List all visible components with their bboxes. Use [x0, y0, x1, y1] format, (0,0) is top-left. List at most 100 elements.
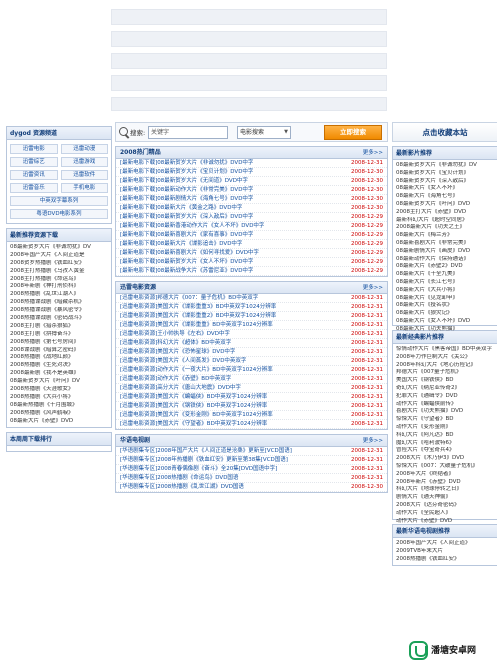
search-type-select[interactable]: 电影搜索	[237, 126, 291, 139]
classic-movie-item[interactable]: 2008年新片《赤壁》DVD	[396, 479, 494, 487]
classic-movie-item[interactable]: 惊悚大片《007：大破量子危机》	[396, 463, 494, 471]
category-link[interactable]: 迅雷软件	[60, 170, 108, 180]
more-link[interactable]: 更多>>	[363, 435, 383, 447]
row-title-link[interactable]: [华语剧集专区]2008热播剧《乱世江湖》DVD国语	[120, 483, 347, 491]
row-title-link[interactable]: [最新电影下载]08最新战争大片《苏雷尼亚》DVD中字	[120, 267, 347, 275]
search-input[interactable]: 关键字	[148, 126, 228, 139]
category-link[interactable]: 迅雷资讯	[10, 170, 58, 180]
row-title-link[interactable]: [最新电影下载]08最新贺岁大片《女人不坏》DVD中字	[120, 258, 347, 266]
row-title-link[interactable]: [最新电影下载]08最新动作大片《非常完美》DVD中字	[120, 186, 347, 194]
download-item[interactable]: 2008热播谍战剧《暗藏杀机》	[10, 299, 108, 307]
classic-movie-item[interactable]: 动作大片《变形金刚》	[396, 424, 494, 432]
classic-movie-item[interactable]: 剧情大片《通天神偷》	[396, 494, 494, 502]
download-item[interactable]: 2008热播剧《战地红颜》	[10, 354, 108, 362]
row-title-link[interactable]: [迅雷电影资源]动作大片《一夜大片》BD中英双字1024分辨率	[120, 366, 347, 374]
category-link[interactable]: 迅雷综艺	[10, 157, 58, 167]
bookmark-button[interactable]: 点击收藏本站	[392, 122, 497, 142]
row-title-link[interactable]: [迅雷电影资源]邦德大片《007：量子危机》BD中英双字	[120, 294, 347, 302]
search-button[interactable]: 立即搜索	[324, 125, 382, 140]
category-link[interactable]: 中英双字幕系列	[10, 196, 108, 206]
new-movie-item[interactable]: 08最新大片《梅兰芳》	[396, 232, 494, 240]
classic-movie-item[interactable]: 2008年科幻大片《地心历险记》	[396, 362, 494, 370]
category-link[interactable]: 迅雷电影	[10, 144, 58, 154]
category-link[interactable]: 粤语DVD电影系列	[10, 209, 108, 219]
download-item[interactable]: 2008热播剧《第七号房间》	[10, 339, 108, 347]
row-title-link[interactable]: [最新电影下载]08最新贺岁大片《深入敌后》DVD中字	[120, 213, 347, 221]
classic-movie-item[interactable]: 2008年大片《终结者》	[396, 471, 494, 479]
download-item[interactable]: 2008年国产大片《人间正道是	[10, 252, 108, 260]
row-title-link[interactable]: [迅雷电影资源]美国大片《变形金刚》BD中英双字1024分辨率	[120, 411, 347, 419]
new-movie-item[interactable]: 08最新大片《狼灾记》	[396, 310, 494, 318]
classic-movie-item[interactable]: 美国大片《钢铁侠》BD	[396, 377, 494, 385]
row-title-link[interactable]: [迅雷电影资源]美国大片《钢铁侠》BD中英双字1024分辨率	[120, 402, 347, 410]
more-link[interactable]: 更多>>	[363, 147, 383, 159]
tv-item[interactable]: 2009TVB年末大片	[396, 548, 494, 556]
row-title-link[interactable]: [最新电影下载]08最新大片《谍影追击》DVD中字	[120, 240, 347, 248]
row-title-link[interactable]: [迅雷电影资源]王小帅执导《左右》DVD中字	[120, 330, 347, 338]
new-movie-item[interactable]: 08最新喜剧大片《非常完美》	[396, 240, 494, 248]
row-title-link[interactable]: [最新电影下载]08最新贺岁大片《非诚勿扰》DVD中字	[120, 159, 347, 167]
new-movie-item[interactable]: 08最新大片《十全九美》	[396, 271, 494, 279]
category-link[interactable]: 迅雷游戏	[60, 157, 108, 167]
row-title-link[interactable]: [迅雷电影资源]高分大片《唐山大地震》DVD中字	[120, 384, 347, 392]
new-movie-item[interactable]: 08最新大片《赤壁2》DVD	[396, 263, 494, 271]
category-link[interactable]: 迅雷动漫	[60, 144, 108, 154]
classic-movie-item[interactable]: 科幻大片《阿凡达》BD	[396, 432, 494, 440]
classic-movie-item[interactable]: 犯罪大片《通缉令》DVD	[396, 393, 494, 401]
download-item[interactable]: 08最新贺岁大片《非诚勿扰》DV	[10, 244, 108, 252]
download-item[interactable]: 08最新热播剧《十月围城》	[10, 402, 108, 410]
row-title-link[interactable]: [华语剧集专区]2008年国产大片《人间正道是沧桑》更新至[VCD国语]	[120, 447, 347, 455]
row-title-link[interactable]: [华语剧集专区]2008热播剧《命运鸟》DVD国语	[120, 474, 347, 482]
new-movie-item[interactable]: 08最新大片《海角七号》	[396, 193, 494, 201]
download-item[interactable]: 08最新大片《赤壁》DVD	[10, 418, 108, 426]
more-link[interactable]: 更多>>	[363, 282, 383, 294]
download-item[interactable]: 2008主打剧《拼搏奋斗》	[10, 331, 108, 339]
row-title-link[interactable]: [迅雷电影资源]美国大片《谍影重重2》BD中英双字1024分辨率	[120, 312, 347, 320]
classic-movie-item[interactable]: 科幻大片《地球停转之日》	[396, 486, 494, 494]
tv-item[interactable]: 2008年国产大片《人间正道》	[396, 540, 494, 548]
download-item[interactable]: 2008热播剧《生死对决》	[10, 362, 108, 370]
download-item[interactable]: 2008热播剧《乱世江湖人》	[10, 291, 108, 299]
download-item[interactable]: 2008热播谍战剧《暴风密令》	[10, 307, 108, 315]
new-movie-item[interactable]: 08最新贺岁大片《非诚勿扰》DV	[396, 162, 494, 170]
row-title-link[interactable]: [迅雷电影资源]美国大片《谍影重重3》BD中英双字1024分辨率	[120, 303, 347, 311]
row-title-link[interactable]: [迅雷电影资源]美国大片《恐怖星球》DVD中字	[120, 348, 347, 356]
new-movie-item[interactable]: 08最新大片《女人不坏》	[396, 185, 494, 193]
row-title-link[interactable]: [最新电影下载]08最新贺岁大片《无间道》DVD中字	[120, 177, 347, 185]
classic-movie-item[interactable]: 动作大片《蝙蝠侠前传》	[396, 401, 494, 409]
row-title-link[interactable]: [最新电影下载]08最新香港动作大片《女人不坏》DVD中字	[120, 222, 347, 230]
new-movie-item[interactable]: 08最新大片《大兵小将》	[396, 287, 494, 295]
new-movie-item[interactable]: 2008主打大片《赤壁》DVD	[396, 209, 494, 217]
classic-movie-item[interactable]: 惊情动作大片《黑客帝国》BD中英双字	[396, 346, 494, 354]
row-title-link[interactable]: [最新电影下载]08最新贺岁大片《宝贝计划》DVD中字	[120, 168, 347, 176]
download-item[interactable]: 08最新贺岁大片《叶问》DV	[10, 378, 108, 386]
row-title-link[interactable]: [迅雷电影资源]美国大片《蝙蝠侠》BD中英双字1024分辨率	[120, 393, 347, 401]
download-item[interactable]: 2008贺岁热播剧《铁血红安》	[10, 260, 108, 268]
new-movie-item[interactable]: 08最新大片《长江七号》	[396, 279, 494, 287]
row-title-link[interactable]: [迅雷电影资源]动作大片《赤壁》BD中英双字	[120, 375, 347, 383]
row-title-link[interactable]: [最新电影下载]08最新喜剧大片《家有喜事》DVD中字	[120, 231, 347, 239]
download-item[interactable]: 2008主打热播剧《命运鸟》	[10, 276, 108, 284]
row-title-link[interactable]: [华语剧集专区]2008青春偶像剧《奋斗》全20集[DVD国语中字]	[120, 465, 347, 473]
download-item[interactable]: 2008热播谍战剧《密码战斗》	[10, 315, 108, 323]
classic-movie-item[interactable]: 动作大片《全民超人》	[396, 510, 494, 518]
download-item[interactable]: 2008热播剧《天涯歌女》	[10, 386, 108, 394]
row-title-link[interactable]: [最新电影下载]08最新喜剧大片《如何寻找爱》DVD中字	[120, 249, 347, 257]
download-item[interactable]: 2008热播剧《风声鹤唳》	[10, 410, 108, 418]
classic-movie-item[interactable]: 奇幻大片《纳尼亚传奇2》	[396, 385, 494, 393]
download-item[interactable]: 2008主打剧《猎杀狼狐》	[10, 323, 108, 331]
new-movie-item[interactable]: 08最新大片《投名状》	[396, 302, 494, 310]
new-movie-item[interactable]: 08最新动作大片《保持通话》	[396, 256, 494, 264]
row-title-link[interactable]: [最新电影下载]08最新剧情大片《海角七号》DVD中字	[120, 195, 347, 203]
classic-movie-item[interactable]: 冒险大片《夺宝奇兵4》	[396, 447, 494, 455]
new-movie-item[interactable]: 最新科幻大片《超时空同居》	[396, 217, 494, 225]
classic-movie-item[interactable]: 喜剧大片《功夫熊猫》DVD	[396, 408, 494, 416]
new-movie-item[interactable]: 08最新贺岁大片《叶问》DVD	[396, 201, 494, 209]
download-item[interactable]: 2008谍战剧《暗算之密码》	[10, 347, 108, 355]
download-item[interactable]: 2008年新剧《神打刑侦科》	[10, 283, 108, 291]
row-title-link[interactable]: [迅雷电影资源]美国大片《谍影重重》BD中英双字1024分辨率	[120, 321, 347, 329]
new-movie-item[interactable]: 08最新剧情大片《画皮》DVD	[396, 248, 494, 256]
classic-movie-item[interactable]: 魔幻大片《哈利波特6》	[396, 440, 494, 448]
new-movie-item[interactable]: 08最新大片《见龙卸甲》	[396, 295, 494, 303]
classic-movie-item[interactable]: 邦德大片《007量子危机》	[396, 369, 494, 377]
